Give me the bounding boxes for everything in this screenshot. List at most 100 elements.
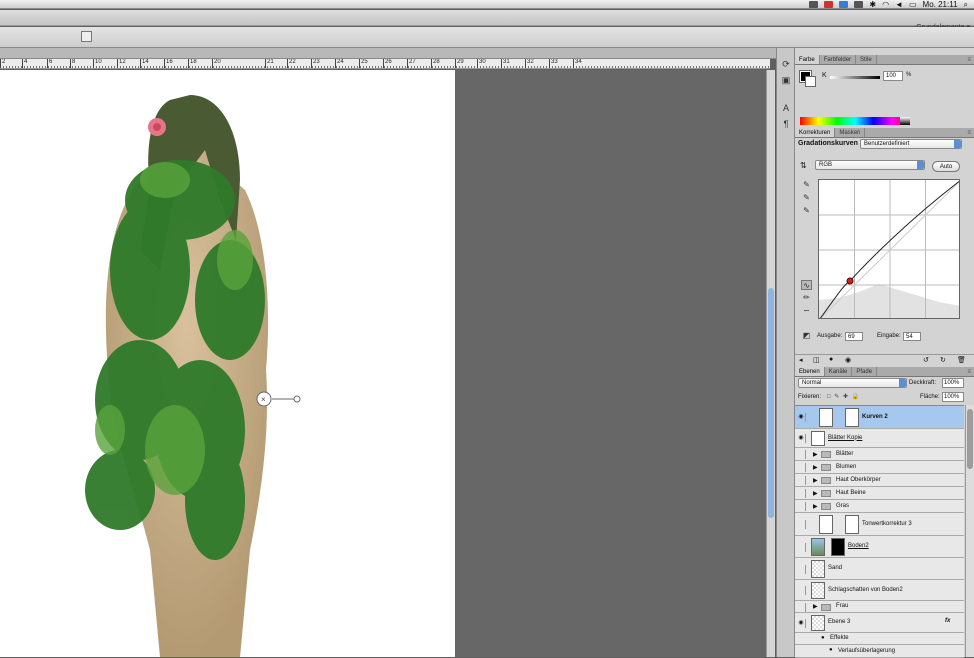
blend-mode-dropdown[interactable]: Normal xyxy=(798,378,907,388)
vertical-scrollbar[interactable] xyxy=(766,70,775,657)
tool-preset-button[interactable] xyxy=(81,31,92,42)
layers-scrollbar[interactable] xyxy=(965,405,974,657)
search-icon[interactable]: ⌕ xyxy=(964,0,968,10)
layer-row[interactable]: ▶ Blumen xyxy=(795,461,964,474)
k-value-field[interactable]: 100 xyxy=(883,71,903,81)
panel-menu-icon[interactable]: ≡ xyxy=(967,55,974,64)
status-icon[interactable] xyxy=(854,1,864,8)
wifi-icon[interactable]: ◠ xyxy=(882,0,889,9)
clip-warning-icon[interactable]: ◩ xyxy=(801,331,812,341)
opacity-field[interactable]: 100% xyxy=(942,378,964,388)
panel-menu-icon[interactable]: ≡ xyxy=(967,367,974,376)
background-color-swatch[interactable] xyxy=(805,76,816,87)
layer-mask-thumbnail[interactable] xyxy=(831,538,845,556)
layer-visibility-icon[interactable] xyxy=(797,476,806,485)
layer-visibility-icon[interactable] xyxy=(797,502,806,511)
layer-row[interactable]: ▶ Haut Beine xyxy=(795,487,964,500)
expand-arrow-icon[interactable]: ▶ xyxy=(813,451,818,458)
layer-row[interactable]: ● Effekte xyxy=(795,633,964,645)
battery-icon[interactable]: ▭ xyxy=(909,0,917,9)
back-icon[interactable]: ◂ xyxy=(799,356,803,364)
preset-dropdown[interactable]: Benutzerdefiniert xyxy=(860,139,962,149)
tab-ebenen[interactable]: Ebenen xyxy=(795,367,825,376)
layer-visibility-icon[interactable]: ◉ xyxy=(797,413,806,422)
layer-visibility-icon[interactable] xyxy=(797,450,806,459)
layer-thumbnail[interactable] xyxy=(811,615,825,631)
channel-dropdown[interactable]: RGB xyxy=(815,160,925,170)
tab-stile[interactable]: Stile xyxy=(856,55,877,64)
k-slider[interactable] xyxy=(830,76,880,79)
layer-visibility-icon[interactable] xyxy=(797,564,806,574)
expand-arrow-icon[interactable]: ▶ xyxy=(813,490,818,497)
layer-row[interactable]: ● Verlaufsüberlagerung xyxy=(795,645,964,658)
layer-visibility-icon[interactable] xyxy=(797,489,806,498)
status-icon[interactable] xyxy=(839,1,849,8)
curves-graph[interactable] xyxy=(818,179,960,319)
actions-icon[interactable]: ▣ xyxy=(780,74,792,86)
panel-menu-icon[interactable]: ≡ xyxy=(967,128,974,137)
layer-row[interactable]: ▶ Haut Oberkörper xyxy=(795,474,964,487)
layer-visibility-icon[interactable] xyxy=(797,542,806,552)
layer-row[interactable]: ▶ Gras xyxy=(795,500,964,513)
layer-mask-thumbnail[interactable] xyxy=(845,515,859,534)
tab-korrekturen[interactable]: Korrekturen xyxy=(795,128,836,137)
tab-farbfelder[interactable]: Farbfelder xyxy=(820,55,857,64)
expand-arrow-icon[interactable]: ▶ xyxy=(813,603,818,610)
tab-farbe[interactable]: Farbe xyxy=(795,55,820,64)
expand-arrow-icon[interactable]: ▶ xyxy=(813,477,818,484)
tab-masken[interactable]: Masken xyxy=(835,128,866,137)
layer-visibility-icon[interactable] xyxy=(797,586,806,595)
auto-button[interactable]: Auto xyxy=(932,161,960,172)
layer-mask-thumbnail[interactable] xyxy=(845,408,859,427)
scroll-thumb[interactable] xyxy=(768,288,774,518)
bluetooth-icon[interactable]: ✱ xyxy=(869,0,876,9)
pencil-draw-icon[interactable]: ✏ xyxy=(801,293,812,303)
expand-arrow-icon[interactable]: ▶ xyxy=(813,464,818,471)
lock-icons[interactable]: □ ✎ ✚ 🔒 xyxy=(827,393,860,400)
layer-row[interactable]: ◉ Kurven 2 xyxy=(795,406,964,429)
scroll-thumb[interactable] xyxy=(967,409,973,469)
layer-visibility-icon[interactable] xyxy=(797,602,806,612)
clip-layer-icon[interactable]: ◫ xyxy=(813,356,820,364)
input-value-field[interactable]: 54 xyxy=(903,332,921,341)
layer-visibility-icon[interactable]: ◉ xyxy=(797,434,806,443)
layer-thumbnail[interactable] xyxy=(811,431,825,446)
layer-row[interactable]: ◉ Blätter Kopie xyxy=(795,429,964,448)
layer-thumbnail[interactable] xyxy=(811,538,825,556)
smooth-curve-icon[interactable]: ∽ xyxy=(801,306,812,316)
layer-thumbnail[interactable] xyxy=(811,582,825,599)
curve-edit-icon[interactable]: ∿ xyxy=(801,280,812,290)
output-value-field[interactable]: 69 xyxy=(845,332,863,341)
reset-icon[interactable]: ↺ xyxy=(923,356,929,364)
layer-fx-badge[interactable]: fx xyxy=(945,618,950,624)
layer-visibility-icon[interactable] xyxy=(797,463,806,472)
reset-default-icon[interactable]: ↻ xyxy=(940,356,946,364)
gray-eyedropper-icon[interactable]: ✎ xyxy=(801,193,812,203)
horizontal-ruler[interactable]: 2 4 6 8 10 12 14 16 18 20 21 22 23 24 25 26 27 28 29 30 31 32… xyxy=(0,59,770,69)
layer-row[interactable]: ▶ Blätter xyxy=(795,448,964,461)
layer-thumbnail[interactable] xyxy=(811,560,825,578)
layer-row[interactable]: Sand xyxy=(795,558,964,580)
fill-field[interactable]: 100% xyxy=(942,392,964,402)
layer-row[interactable]: Schlagschatten von Boden2 xyxy=(795,580,964,601)
trash-icon[interactable]: 🗑 xyxy=(957,356,966,364)
black-eyedropper-icon[interactable]: ✎ xyxy=(801,180,812,190)
layer-row[interactable]: Tonwertkorrektur 3 xyxy=(795,513,964,536)
layer-row[interactable]: ◉ Ebene 3 fx xyxy=(795,613,964,633)
layer-visibility-icon[interactable] xyxy=(797,520,806,529)
volume-icon[interactable]: ◄ xyxy=(895,0,903,9)
expand-arrow-icon[interactable]: ▶ xyxy=(813,503,818,510)
history-icon[interactable]: ⟳ xyxy=(780,58,792,70)
tab-kanaele[interactable]: Kanäle xyxy=(825,367,853,376)
layer-row[interactable]: Boden2 xyxy=(795,536,964,558)
layer-visibility-icon[interactable]: ◉ xyxy=(797,618,806,628)
status-icon[interactable] xyxy=(824,1,834,8)
visibility-icon[interactable]: ● xyxy=(829,356,833,363)
color-spectrum[interactable] xyxy=(800,117,910,125)
status-icon[interactable] xyxy=(809,1,819,8)
paragraph-icon[interactable]: ¶ xyxy=(780,118,792,130)
tab-pfade[interactable]: Pfade xyxy=(852,367,878,376)
target-adjust-icon[interactable]: ⇅ xyxy=(800,161,807,170)
document-canvas[interactable]: × xyxy=(0,70,455,657)
layer-row[interactable]: ▶ Frau xyxy=(795,601,964,613)
